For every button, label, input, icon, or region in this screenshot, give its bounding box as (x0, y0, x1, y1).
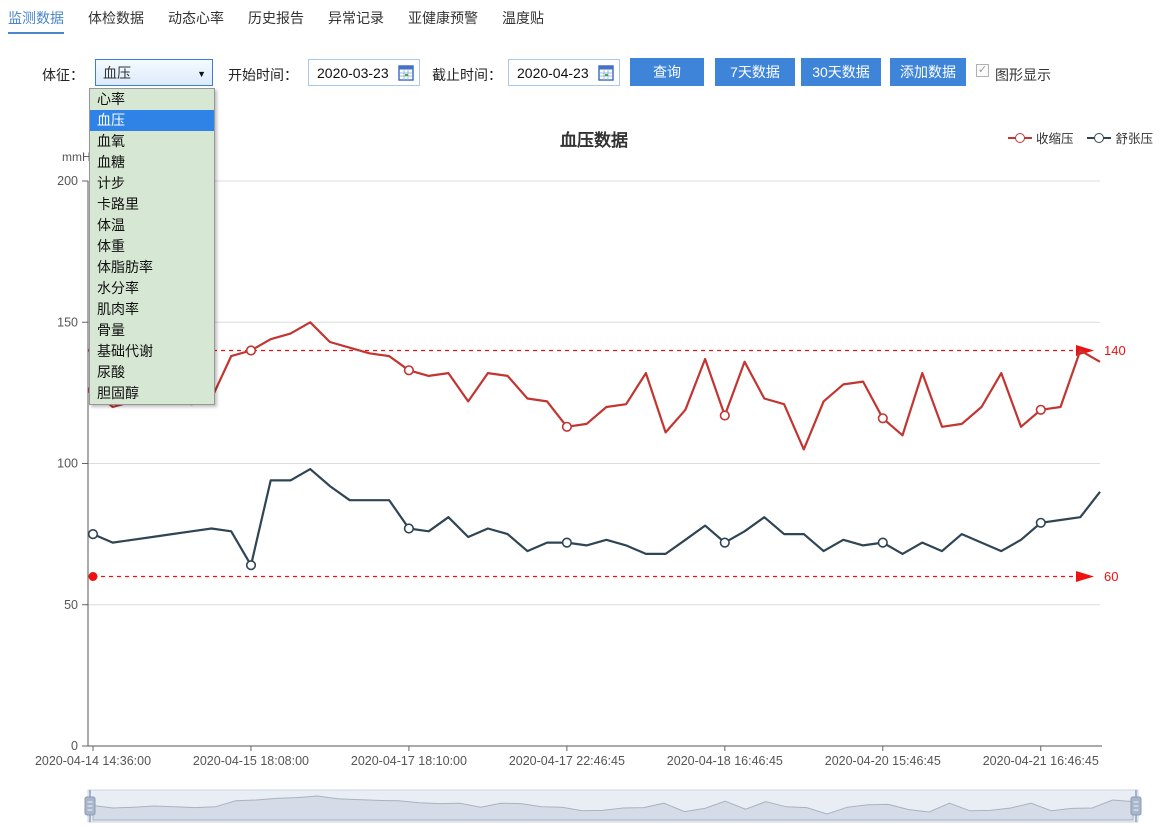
option-blood-oxygen[interactable]: 血氧 (90, 131, 214, 152)
sign-type-dropdown-list: 心率 血压 血氧 血糖 计步 卡路里 体温 体重 体脂肪率 水分率 肌肉率 骨量… (89, 88, 215, 405)
x-tick-label: 2020-04-17 22:46:45 (509, 754, 625, 768)
data-point-marker[interactable] (1037, 519, 1046, 528)
data-point-marker[interactable] (721, 411, 730, 420)
option-basal-metabolism[interactable]: 基础代谢 (90, 341, 214, 362)
chevron-down-icon: ▼ (197, 69, 206, 79)
y-tick-label: 150 (57, 315, 78, 329)
data-point-marker[interactable] (247, 346, 256, 355)
x-tick-label: 2020-04-21 16:46:45 (983, 754, 1099, 768)
option-blood-pressure[interactable]: 血压 (90, 110, 214, 131)
option-steps[interactable]: 计步 (90, 173, 214, 194)
option-body-fat[interactable]: 体脂肪率 (90, 257, 214, 278)
option-uric-acid[interactable]: 尿酸 (90, 362, 214, 383)
option-muscle-rate[interactable]: 肌肉率 (90, 299, 214, 320)
series-line-diastolic (93, 469, 1100, 565)
data-point-marker[interactable] (721, 538, 730, 547)
data-point-marker[interactable] (563, 538, 572, 547)
option-bone-mass[interactable]: 骨量 (90, 320, 214, 341)
y-tick-label: 100 (57, 457, 78, 471)
option-calories[interactable]: 卡路里 (90, 194, 214, 215)
data-point-marker[interactable] (879, 538, 888, 547)
data-point-marker[interactable] (879, 414, 888, 423)
data-point-marker[interactable] (89, 530, 98, 539)
y-tick-label: 50 (64, 598, 78, 612)
sign-type-select-value: 血压 (103, 63, 131, 83)
data-point-marker[interactable] (405, 524, 414, 533)
data-point-marker[interactable] (405, 366, 414, 375)
y-tick-label: 200 (57, 174, 78, 188)
markline-label: 60 (1104, 569, 1118, 584)
x-tick-label: 2020-04-15 18:08:00 (193, 754, 309, 768)
y-tick-label: 0 (71, 739, 78, 753)
option-body-temp[interactable]: 体温 (90, 215, 214, 236)
option-heart-rate[interactable]: 心率 (90, 89, 214, 110)
x-tick-label: 2020-04-14 14:36:00 (35, 754, 151, 768)
option-blood-sugar[interactable]: 血糖 (90, 152, 214, 173)
data-point-marker[interactable] (247, 561, 256, 570)
x-tick-label: 2020-04-20 15:46:45 (825, 754, 941, 768)
x-tick-label: 2020-04-17 18:10:00 (351, 754, 467, 768)
markline-label: 140 (1104, 343, 1126, 358)
markline-start-dot (89, 572, 98, 581)
option-water-rate[interactable]: 水分率 (90, 278, 214, 299)
data-point-marker[interactable] (563, 423, 572, 432)
option-weight[interactable]: 体重 (90, 236, 214, 257)
data-point-marker[interactable] (1037, 406, 1046, 415)
x-tick-label: 2020-04-18 16:46:45 (667, 754, 783, 768)
option-cholesterol[interactable]: 胆固醇 (90, 383, 214, 404)
markline-arrow-icon (1076, 571, 1094, 582)
series-line-systolic (93, 322, 1100, 449)
sign-type-select[interactable]: 血压 ▼ (95, 59, 213, 86)
